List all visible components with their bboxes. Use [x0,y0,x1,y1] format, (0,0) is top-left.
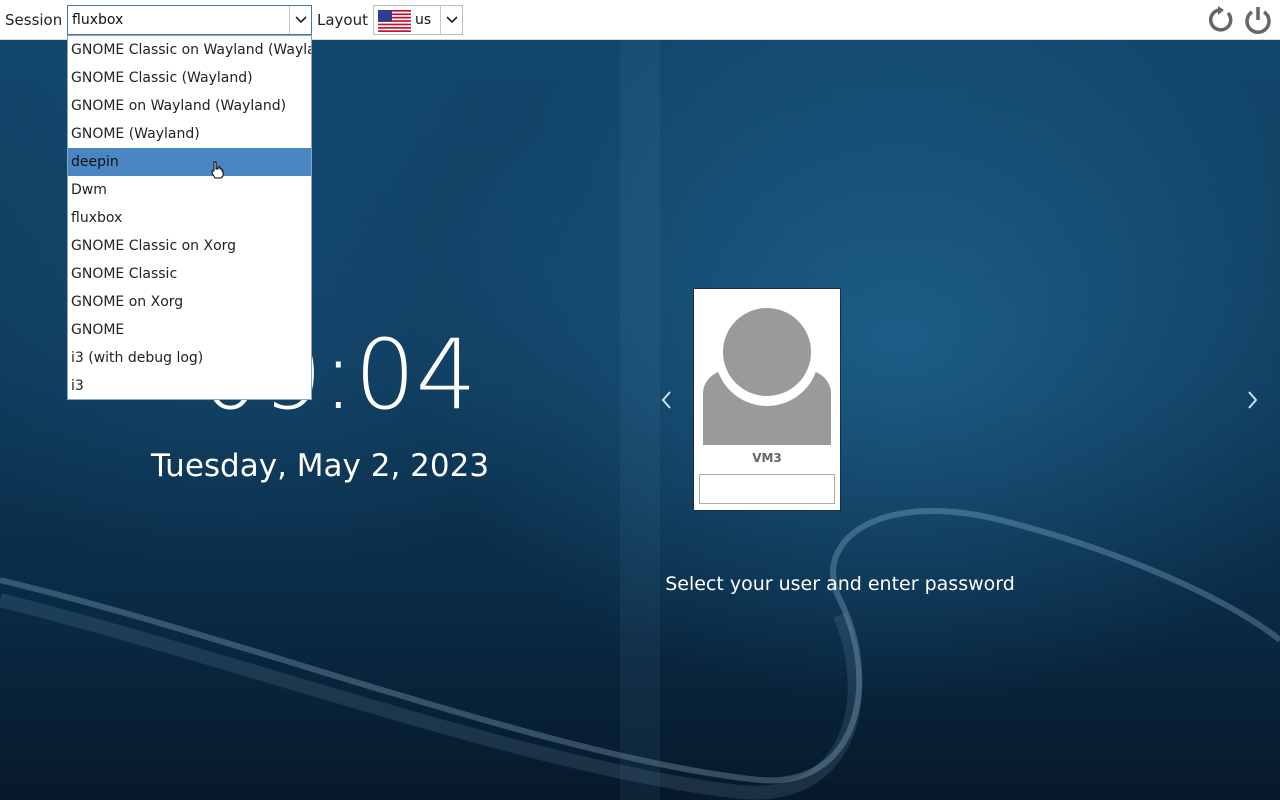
session-select-value: fluxbox [72,12,124,28]
layout-select-value: us [415,12,432,28]
chevron-down-icon[interactable] [440,6,462,34]
chevron-right-icon[interactable] [1245,388,1261,412]
session-option-highlighted[interactable]: deepin [68,148,311,176]
chevron-left-icon[interactable] [658,388,674,412]
session-option[interactable]: i3 (with debug log) [68,344,311,372]
us-flag-icon [378,10,411,36]
session-select[interactable]: fluxbox [67,5,312,35]
layout-label: Layout [317,11,368,29]
session-option[interactable]: GNOME on Wayland (Wayland) [68,92,311,120]
power-icon[interactable] [1242,4,1274,36]
restart-icon[interactable] [1205,4,1237,36]
clock-date: Tuesday, May 2, 2023 [150,448,490,484]
top-bar: Session fluxbox Layout us [0,0,1280,40]
session-option[interactable]: GNOME on Xorg [68,288,311,316]
user-avatar-icon [703,294,831,450]
hand-cursor-icon [210,161,224,183]
session-option[interactable]: GNOME (Wayland) [68,120,311,148]
session-option[interactable]: GNOME Classic on Wayland (Wayland) [68,36,311,64]
user-name: VM3 [752,451,782,465]
session-option[interactable]: GNOME Classic on Xorg [68,232,311,260]
session-label: Session [5,11,63,29]
password-field[interactable] [699,474,835,504]
layout-select[interactable]: us [373,5,463,35]
user-card[interactable]: VM3 [693,288,841,511]
chevron-down-icon[interactable] [289,6,311,34]
session-option[interactable]: GNOME Classic [68,260,311,288]
session-dropdown-list: GNOME Classic on Wayland (Wayland) GNOME… [67,35,312,400]
session-option[interactable]: Dwm [68,176,311,204]
session-option[interactable]: i3 [68,372,311,399]
session-option[interactable]: fluxbox [68,204,311,232]
login-prompt: Select your user and enter password [665,573,1015,595]
session-option[interactable]: GNOME Classic (Wayland) [68,64,311,92]
session-option[interactable]: GNOME [68,316,311,344]
